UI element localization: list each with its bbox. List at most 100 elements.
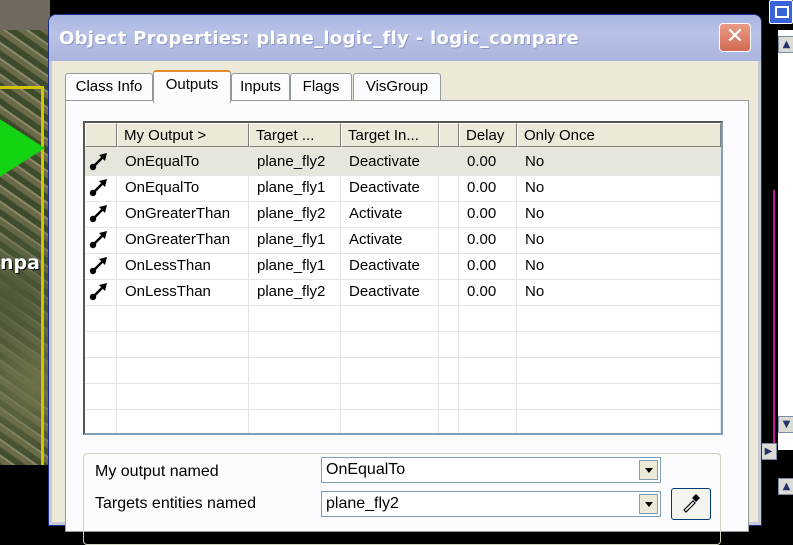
scroll-down-icon[interactable]: ▼ xyxy=(778,416,793,433)
object-properties-dialog: Object Properties: plane_logic_fly - log… xyxy=(48,14,762,545)
cell-only-once: No xyxy=(517,279,721,305)
empty-cell xyxy=(249,409,341,433)
column-header-parameter[interactable] xyxy=(439,123,459,147)
cell-output: OnLessThan xyxy=(117,253,249,279)
output-label: My output named xyxy=(95,463,219,480)
output-combo[interactable]: OnEqualTo xyxy=(321,457,661,483)
empty-cell xyxy=(85,409,117,433)
cell-parameter xyxy=(439,279,459,305)
empty-cell xyxy=(439,357,459,383)
magenta-line xyxy=(773,190,775,450)
empty-cell xyxy=(341,305,439,331)
empty-cell xyxy=(341,383,439,409)
table-row[interactable]: OnGreaterThan plane_fly1 Activate 0.00 No xyxy=(85,227,721,254)
empty-row xyxy=(85,331,721,358)
cell-delay: 0.00 xyxy=(459,227,517,253)
connection-icon xyxy=(85,227,117,253)
cell-delay: 0.00 xyxy=(459,201,517,227)
cell-output: OnGreaterThan xyxy=(117,227,249,253)
empty-cell xyxy=(341,409,439,433)
outputs-table[interactable]: My Output > Target ... Target In... Dela… xyxy=(83,121,723,435)
cell-delay: 0.00 xyxy=(459,279,517,305)
empty-cell xyxy=(85,305,117,331)
column-header-target[interactable]: Target ... xyxy=(249,123,341,147)
table-row[interactable]: OnEqualTo plane_fly2 Deactivate 0.00 No xyxy=(85,149,721,176)
green-arrow-entity xyxy=(0,100,45,196)
connection-icon xyxy=(85,201,117,227)
empty-cell xyxy=(517,383,721,409)
viewport-black-area xyxy=(0,465,50,509)
tab-visgroup[interactable]: VisGroup xyxy=(353,73,441,100)
cell-target: plane_fly2 xyxy=(249,279,341,305)
scroll-up-icon[interactable]: ▲ xyxy=(778,478,793,495)
empty-cell xyxy=(517,357,721,383)
table-row[interactable]: OnEqualTo plane_fly1 Deactivate 0.00 No xyxy=(85,175,721,202)
table-row[interactable]: OnLessThan plane_fly2 Deactivate 0.00 No xyxy=(85,279,721,306)
column-header-delay[interactable]: Delay xyxy=(459,123,517,147)
table-row[interactable]: OnLessThan plane_fly1 Deactivate 0.00 No xyxy=(85,253,721,280)
cell-output: OnEqualTo xyxy=(117,175,249,201)
cell-target: plane_fly2 xyxy=(249,201,341,227)
empty-cell xyxy=(117,383,249,409)
cell-parameter xyxy=(439,227,459,253)
cell-delay: 0.00 xyxy=(459,253,517,279)
cell-target-input: Activate xyxy=(341,201,439,227)
eyedropper-icon[interactable] xyxy=(671,488,711,520)
cell-only-once: No xyxy=(517,201,721,227)
table-header: My Output > Target ... Target In... Dela… xyxy=(85,123,721,149)
empty-cell xyxy=(459,357,517,383)
targets-combo[interactable]: plane_fly2 xyxy=(321,491,661,517)
cell-parameter xyxy=(439,201,459,227)
column-header-target-input[interactable]: Target In... xyxy=(341,123,439,147)
entity-label: npa xyxy=(0,252,40,274)
empty-cell xyxy=(341,357,439,383)
table-row[interactable]: OnGreaterThan plane_fly2 Activate 0.00 No xyxy=(85,201,721,228)
column-header-only-once[interactable]: Only Once xyxy=(517,123,721,147)
cell-output: OnGreaterThan xyxy=(117,201,249,227)
cell-only-once: No xyxy=(517,175,721,201)
scroll-right-icon[interactable]: ▶ xyxy=(760,443,777,460)
cell-parameter xyxy=(439,175,459,201)
connection-icon xyxy=(85,149,117,175)
empty-cell xyxy=(341,331,439,357)
cell-output: OnEqualTo xyxy=(117,149,249,175)
empty-cell xyxy=(459,383,517,409)
tab-flags[interactable]: Flags xyxy=(290,73,352,100)
cell-only-once: No xyxy=(517,253,721,279)
chevron-down-icon[interactable] xyxy=(639,460,658,480)
scroll-up-icon[interactable]: ▲ xyxy=(778,36,793,53)
cell-parameter xyxy=(439,149,459,175)
cell-target: plane_fly1 xyxy=(249,253,341,279)
empty-cell xyxy=(439,305,459,331)
close-icon[interactable]: ✕ xyxy=(719,23,751,52)
cell-target: plane_fly1 xyxy=(249,175,341,201)
cell-target-input: Deactivate xyxy=(341,149,439,175)
connection-icon xyxy=(85,279,117,305)
cell-target-input: Activate xyxy=(341,227,439,253)
right-panel xyxy=(778,30,793,450)
empty-cell xyxy=(117,409,249,433)
cell-target-input: Deactivate xyxy=(341,279,439,305)
empty-cell xyxy=(249,305,341,331)
tab-inputs[interactable]: Inputs xyxy=(231,73,290,100)
empty-cell xyxy=(85,357,117,383)
cell-target: plane_fly1 xyxy=(249,227,341,253)
tab-class-info[interactable]: Class Info xyxy=(65,73,153,100)
cell-delay: 0.00 xyxy=(459,149,517,175)
empty-cell xyxy=(459,331,517,357)
connection-icon xyxy=(85,253,117,279)
column-header-icon[interactable] xyxy=(85,123,117,147)
title-bar[interactable]: Object Properties: plane_logic_fly - log… xyxy=(49,15,761,61)
column-header-my-output[interactable]: My Output > xyxy=(117,123,249,147)
chevron-down-icon[interactable] xyxy=(639,494,658,514)
targets-label: Targets entities named xyxy=(95,495,256,512)
cell-target-input: Deactivate xyxy=(341,253,439,279)
empty-cell xyxy=(459,305,517,331)
empty-cell xyxy=(249,357,341,383)
empty-row xyxy=(85,305,721,332)
cell-delay: 0.00 xyxy=(459,175,517,201)
cell-parameter xyxy=(439,253,459,279)
tab-outputs[interactable]: Outputs xyxy=(153,70,231,103)
empty-cell xyxy=(517,305,721,331)
restore-window-icon[interactable] xyxy=(769,0,793,24)
